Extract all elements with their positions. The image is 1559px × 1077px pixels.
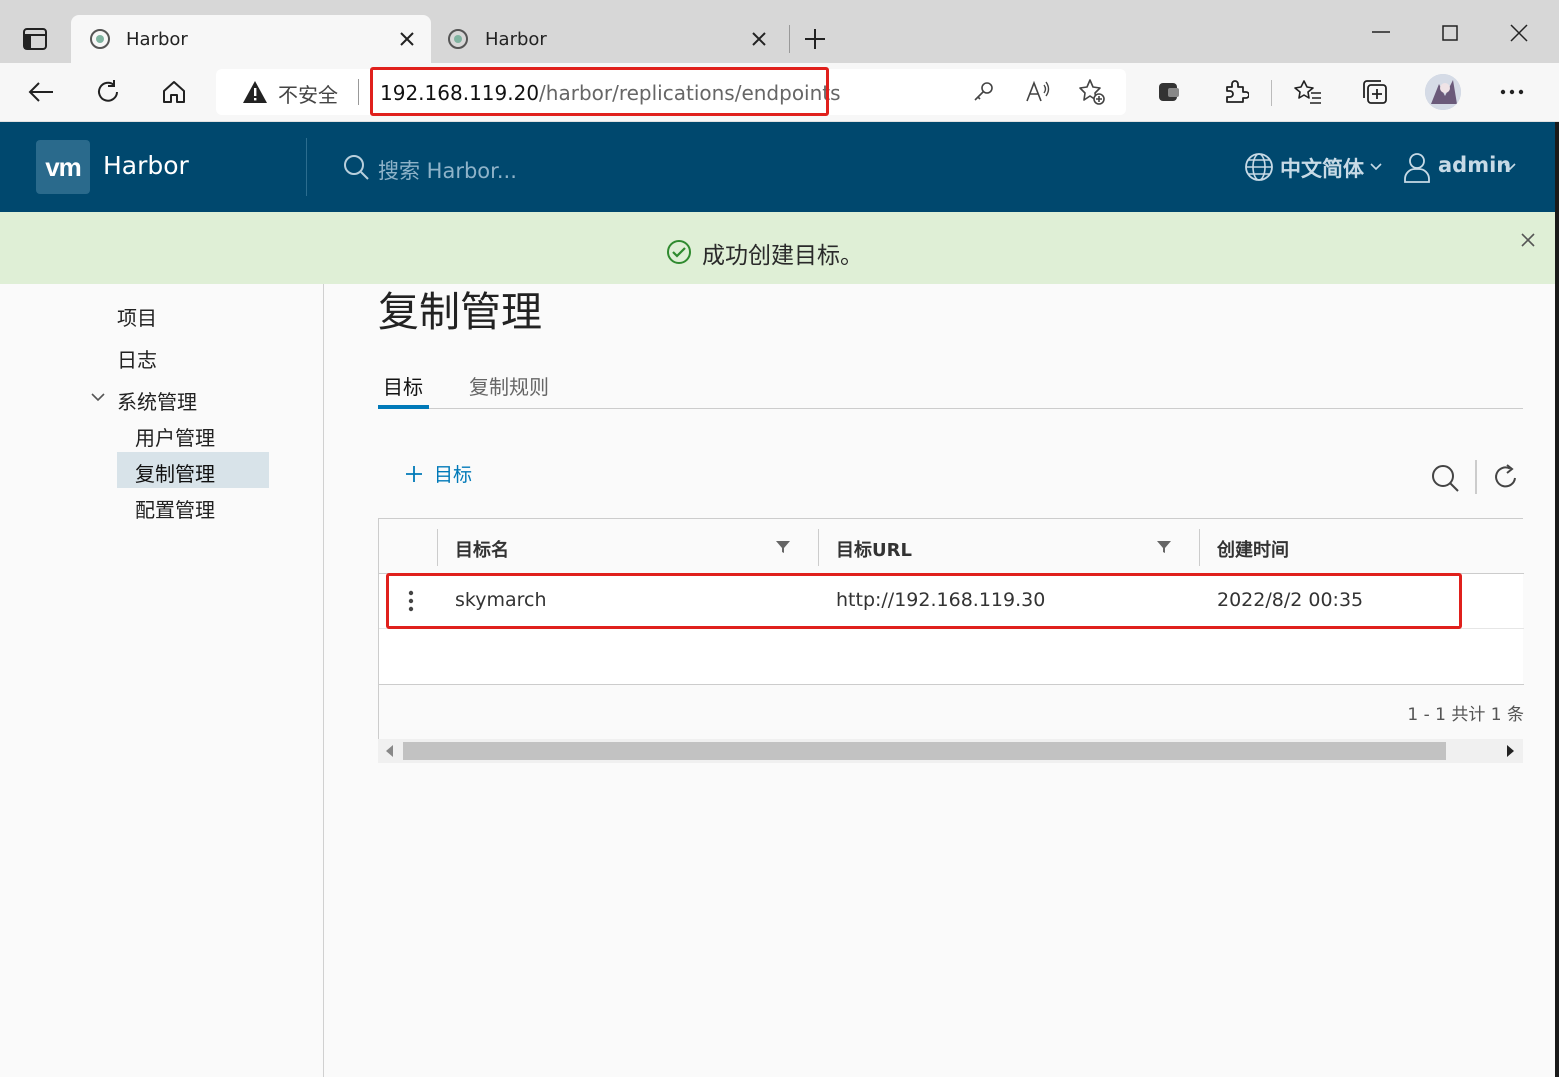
scroll-left-icon[interactable] — [386, 745, 393, 757]
sidebar-item-replications[interactable]: 复制管理 — [135, 458, 215, 487]
active-tab-indicator — [378, 405, 429, 409]
maximize-icon[interactable] — [1442, 25, 1458, 41]
vmware-logo[interactable]: vm — [36, 140, 90, 194]
browser-tab-2[interactable]: Harbor — [433, 15, 783, 63]
grid-toolbar-divider — [1475, 460, 1477, 494]
tab-endpoints[interactable]: 目标 — [383, 371, 423, 400]
collections-icon[interactable] — [1360, 77, 1390, 107]
grid-footer: 1 - 1 共计 1 条 — [379, 684, 1524, 739]
sidebar-item-logs[interactable]: 日志 — [117, 344, 157, 373]
plus-icon — [404, 464, 424, 484]
add-target-label: 目标 — [434, 464, 473, 486]
browser-tab-bar: Harbor Harbor — [0, 0, 1559, 63]
success-check-icon — [666, 239, 692, 265]
column-header-created[interactable]: 创建时间 — [1217, 536, 1289, 562]
more-options-icon[interactable] — [1497, 77, 1527, 107]
chevron-down-icon[interactable] — [1504, 163, 1516, 171]
extensions-icon[interactable] — [1221, 77, 1251, 107]
back-icon[interactable] — [26, 77, 56, 107]
browser-tab-1[interactable]: Harbor — [71, 15, 431, 63]
home-icon[interactable] — [159, 77, 189, 107]
sidebar-item-projects[interactable]: 项目 — [117, 302, 157, 331]
minimize-icon[interactable] — [1372, 30, 1390, 34]
chevron-down-icon[interactable] — [91, 393, 105, 402]
grid-refresh-icon[interactable] — [1493, 463, 1519, 491]
horizontal-scrollbar[interactable] — [378, 739, 1523, 763]
global-search-input[interactable]: 搜索 Harbor... — [378, 155, 517, 185]
language-selector[interactable]: 中文简体 — [1280, 153, 1364, 183]
tab-title: Harbor — [126, 28, 188, 50]
tab-replication-rules[interactable]: 复制规则 — [469, 371, 549, 400]
window-edge — [1555, 122, 1559, 1077]
filter-icon[interactable] — [1157, 541, 1171, 553]
refresh-icon[interactable] — [93, 77, 123, 107]
column-separator — [437, 529, 438, 566]
harbor-favicon — [89, 28, 111, 50]
search-icon[interactable] — [342, 153, 370, 181]
tab-actions-icon[interactable] — [22, 27, 48, 51]
user-menu[interactable]: admin — [1438, 153, 1511, 177]
row-highlight-box — [386, 573, 1462, 629]
close-alert-icon[interactable] — [1521, 233, 1535, 247]
window-close-icon[interactable] — [1510, 24, 1528, 42]
sidebar-item-configuration[interactable]: 配置管理 — [135, 494, 215, 523]
page-title: 复制管理 — [378, 288, 542, 336]
pagination-info: 1 - 1 共计 1 条 — [1407, 705, 1524, 725]
success-alert: 成功创建目标。 — [0, 212, 1555, 284]
scrollbar-thumb[interactable] — [403, 742, 1446, 760]
grid-header: 目标名 目标URL 创建时间 — [379, 519, 1524, 574]
column-header-name[interactable]: 目标名 — [455, 536, 509, 562]
sidebar-item-users[interactable]: 用户管理 — [135, 422, 215, 451]
password-key-icon[interactable] — [972, 80, 996, 104]
tabs-divider — [378, 408, 1523, 409]
user-icon[interactable] — [1403, 151, 1431, 183]
profile-avatar[interactable] — [1425, 74, 1461, 110]
column-header-url[interactable]: 目标URL — [836, 536, 912, 562]
column-separator — [818, 529, 819, 566]
harbor-favicon — [447, 28, 469, 50]
sidebar-item-system-admin[interactable]: 系统管理 — [117, 386, 197, 415]
toolbar-divider — [1271, 80, 1272, 106]
security-label[interactable]: 不安全 — [278, 79, 338, 108]
app-title[interactable]: Harbor — [103, 151, 189, 180]
add-favorite-icon[interactable] — [1078, 78, 1106, 106]
close-tab-icon[interactable] — [749, 29, 769, 49]
column-separator — [1199, 529, 1200, 566]
alert-message: 成功创建目标。 — [702, 243, 863, 269]
warning-icon[interactable] — [242, 80, 268, 104]
tab-title: Harbor — [485, 28, 547, 50]
tab-divider — [789, 25, 790, 53]
filter-icon[interactable] — [776, 541, 790, 553]
new-tab-icon[interactable] — [803, 27, 827, 51]
chevron-down-icon[interactable] — [1370, 163, 1382, 171]
extension-office-icon[interactable] — [1154, 77, 1184, 107]
close-tab-icon[interactable] — [397, 29, 417, 49]
scroll-right-icon[interactable] — [1507, 745, 1514, 757]
favorites-icon[interactable] — [1293, 77, 1323, 107]
address-divider — [358, 79, 359, 105]
header-divider — [306, 138, 307, 196]
read-aloud-icon[interactable] — [1025, 79, 1051, 105]
app-header: vm Harbor 搜索 Harbor... 中文简体 admin — [0, 122, 1555, 212]
add-target-button[interactable]: 目标 — [404, 460, 472, 487]
grid-search-icon[interactable] — [1430, 463, 1460, 493]
url-highlight-box — [370, 67, 829, 116]
globe-icon[interactable] — [1244, 152, 1274, 182]
